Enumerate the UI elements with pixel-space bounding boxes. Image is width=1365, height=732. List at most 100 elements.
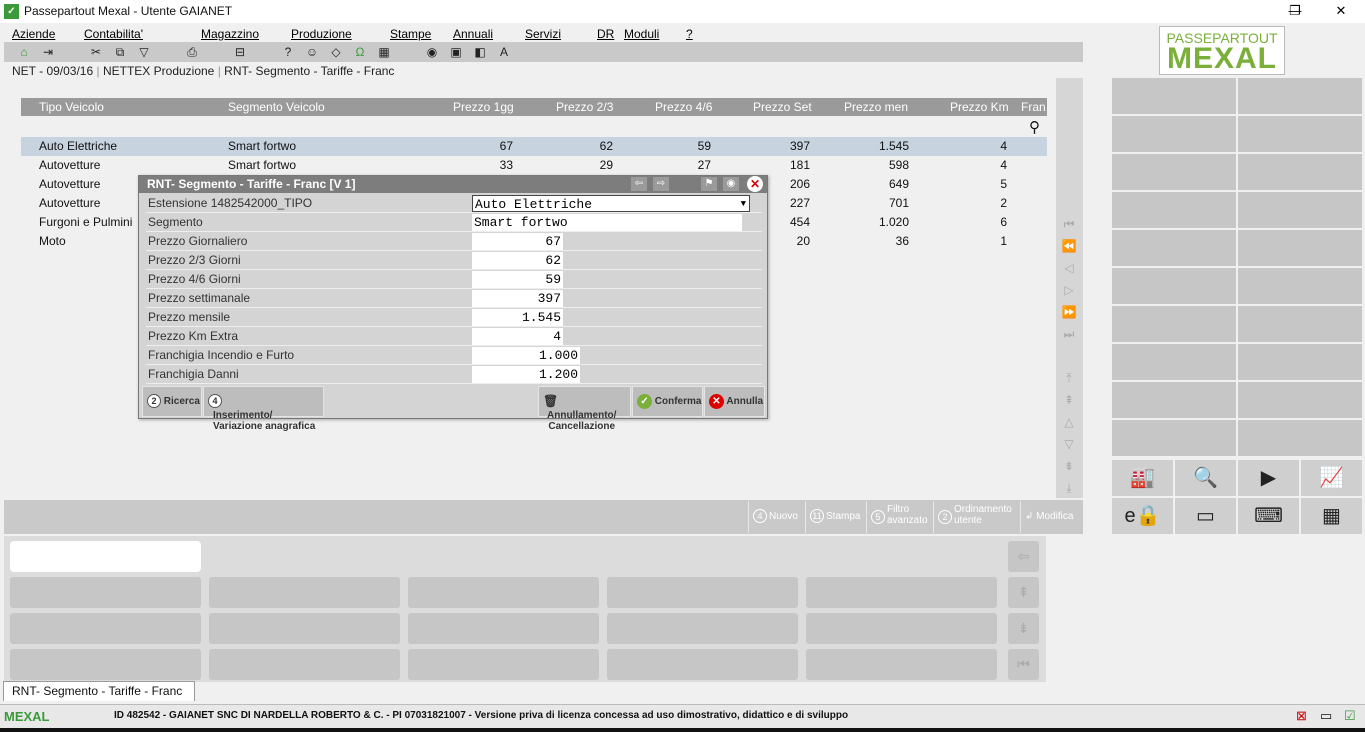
next-page-icon[interactable]: ⏩ [1061,304,1077,320]
filtro-avanzato-button[interactable]: 5 Filtro avanzato [866,501,932,533]
font-icon[interactable]: A [496,44,512,60]
top-icon[interactable]: ⤒ [1061,370,1077,386]
shortcut-slot[interactable] [1112,306,1236,342]
franchigia-danni-field[interactable]: 1.200 [472,366,580,383]
pin-icon[interactable]: ⚑ [701,177,717,191]
prev-page-icon[interactable]: ⏪ [1061,238,1077,254]
prezzo-km-field[interactable]: 4 [472,328,563,345]
maximize-button[interactable]: ❐ [1272,0,1318,22]
annullamento-cancellazione-button[interactable]: 🗑 Annullamento/Cancellazione [538,386,631,432]
menu-aziende[interactable]: Aziende [12,27,55,41]
keypad-button[interactable] [408,649,599,680]
print-icon[interactable]: ⎙ [184,44,200,60]
shortcut-slot[interactable] [1112,154,1236,190]
shortcut-slot[interactable] [1238,268,1362,304]
page-up-icon[interactable]: ⇞ [1061,392,1077,408]
check-icon[interactable]: ☑ [1344,708,1356,724]
col-prezzo-46[interactable]: Prezzo 4/6 [655,100,712,114]
prezzo-settimanale-field[interactable]: 397 [472,290,563,307]
next-icon[interactable]: ⇨ [653,177,669,191]
chart-icon[interactable]: 📈 [1301,460,1363,496]
document-search-icon[interactable]: 🔍 [1175,460,1237,496]
keyboard-icon[interactable]: ⌨ [1238,498,1300,534]
shortcut-slot[interactable] [1238,344,1362,380]
keypad-button[interactable] [607,649,798,680]
col-prezzo-km[interactable]: Prezzo Km [950,100,1009,114]
shortcut-slot[interactable] [1238,306,1362,342]
shortcut-slot[interactable] [1112,192,1236,228]
menu-contabilita[interactable]: Contabilita' [84,27,143,41]
eraser-icon[interactable]: ◇ [328,44,344,60]
calculator-icon[interactable]: ▦ [376,44,392,60]
shortcut-slot[interactable] [1112,78,1236,114]
shortcut-slot[interactable] [1238,382,1362,418]
tree-icon[interactable]: ⊟ [232,44,248,60]
prezzo-giornaliero-field[interactable]: 67 [472,233,563,250]
keypad-button[interactable] [408,577,599,608]
shortcut-slot[interactable] [1238,78,1362,114]
menu-dr[interactable]: DR [597,27,614,41]
shortcut-slot[interactable] [1238,154,1362,190]
users-icon[interactable]: ☺ [304,44,320,60]
menu-magazzino[interactable]: Magazzino [201,27,259,41]
keypad-button[interactable] [209,649,400,680]
shortcut-slot[interactable] [1238,230,1362,266]
prev-icon[interactable]: ⇦ [631,177,647,191]
modifica-button[interactable]: ↲ Modifica [1020,501,1083,533]
omega-icon[interactable]: Ω [352,44,368,60]
close-window-button[interactable]: ✕ [1318,0,1364,22]
shortcut-slot[interactable] [1112,116,1236,152]
keypad-input[interactable] [10,541,201,572]
page-down-icon[interactable]: ⇟ [1008,613,1039,644]
display-icon[interactable]: ▭ [1320,708,1332,724]
home-icon[interactable]: ⌂ [16,44,32,60]
ricerca-button[interactable]: 2 Ricerca [142,386,202,417]
back-icon[interactable]: ⇦ [1008,541,1039,572]
col-prezzo-1gg[interactable]: Prezzo 1gg [453,100,514,114]
help-icon[interactable]: ? [280,44,296,60]
shortcut-slot[interactable] [1238,116,1362,152]
keypad-button[interactable] [10,613,201,644]
prezzo-23-field[interactable]: 62 [472,252,563,269]
menu-stampe[interactable]: Stampe [390,27,431,41]
paste-icon[interactable]: ▽ [136,44,152,60]
shortcut-slot[interactable] [1112,420,1236,456]
shortcut-slot[interactable] [1238,192,1362,228]
prev-record-icon[interactable]: ◁ [1061,260,1077,276]
search-icon[interactable]: ⚲ [1029,118,1040,136]
col-prezzo-set[interactable]: Prezzo Set [753,100,812,114]
exit-icon[interactable]: ⇥ [40,44,56,60]
keypad-button[interactable] [209,577,400,608]
prezzo-mensile-field[interactable]: 1.545 [472,309,563,326]
nuovo-button[interactable]: 4 Nuovo [748,501,804,533]
last-page-icon[interactable]: ⏭ [1061,326,1077,342]
shortcut-slot[interactable] [1112,344,1236,380]
keypad-button[interactable] [10,577,201,608]
factory-icon[interactable]: 🏭 [1112,460,1174,496]
keypad-button[interactable] [10,649,201,680]
first-icon[interactable]: ⏮ [1008,649,1039,680]
shortcut-slot[interactable] [1112,268,1236,304]
close-dialog-icon[interactable]: ✕ [747,176,763,192]
down-icon[interactable]: ▽ [1061,436,1077,452]
col-franchigia[interactable]: Fran [1021,100,1046,114]
col-prezzo-23[interactable]: Prezzo 2/3 [556,100,613,114]
col-tipo-veicolo[interactable]: Tipo Veicolo [39,100,104,114]
segmento-field[interactable]: Smart fortwo [472,214,742,231]
keypad-button[interactable] [806,613,997,644]
menu-produzione[interactable]: Produzione [291,27,352,41]
keypad-button[interactable] [209,613,400,644]
menu-annuali[interactable]: Annuali [453,27,493,41]
table-row[interactable]: Autovetture Smart fortwo 33 29 27 181 59… [21,156,1047,175]
card-icon[interactable]: ▭ [1175,498,1237,534]
conferma-button[interactable]: ✓ Conferma [632,386,703,417]
next-record-icon[interactable]: ▷ [1061,282,1077,298]
shortcut-slot[interactable] [1112,382,1236,418]
first-page-icon[interactable]: ⏮ [1061,216,1077,232]
stampa-button[interactable]: 11 Stampa [805,501,865,533]
menu-help[interactable]: ? [686,27,693,41]
inserimento-variazione-button[interactable]: 4 Inserimento/Variazione anagrafica [203,386,324,432]
menu-moduli[interactable]: Moduli [624,27,659,41]
einvoice-lock-icon[interactable]: e🔒 [1112,498,1174,534]
col-prezzo-men[interactable]: Prezzo men [844,100,908,114]
